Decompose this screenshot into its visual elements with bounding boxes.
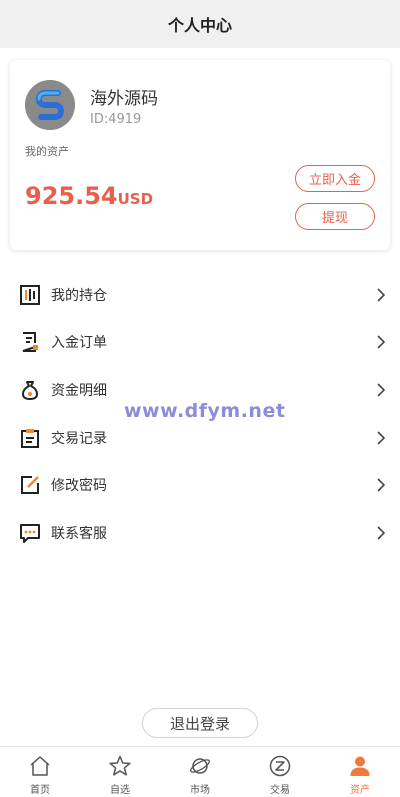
chevron-right-icon	[377, 526, 386, 540]
chat-icon	[19, 522, 41, 544]
deposit-button[interactable]: 立即入金	[295, 165, 375, 192]
star-icon	[108, 754, 132, 778]
balance: 925.54USD	[25, 182, 153, 210]
tab-label: 交易	[270, 785, 290, 796]
money-bag-icon	[19, 379, 41, 401]
page-title: 个人中心	[167, 16, 232, 35]
exchange-icon	[268, 754, 292, 778]
clipboard-icon	[19, 427, 41, 449]
profile-card: 海外源码 ID:4919 我的资产 925.54USD 立即入金 提现	[10, 60, 390, 250]
menu-label: 交易记录	[51, 430, 107, 447]
menu-label: 联系客服	[51, 525, 107, 542]
menu-label: 入金订单	[51, 335, 107, 352]
user-id: ID:4919	[90, 112, 142, 127]
header-bar: 个人中心	[0, 0, 400, 48]
bottom-tab-bar: 首页 自选 市场 交易 资产	[0, 746, 400, 797]
avatar[interactable]	[25, 80, 75, 130]
logout-button[interactable]: 退出登录	[142, 708, 258, 738]
username: 海外源码	[90, 89, 158, 109]
tab-assets[interactable]: 资产	[320, 747, 400, 797]
balance-unit: USD	[117, 190, 154, 208]
balance-amount: 925.54	[25, 182, 118, 210]
chevron-right-icon	[377, 431, 386, 445]
menu-label: 修改密码	[51, 478, 107, 495]
edit-icon	[19, 474, 41, 496]
menu-item-holdings[interactable]: 我的持仓	[0, 271, 400, 319]
user-icon	[348, 754, 372, 778]
tab-label: 自选	[110, 785, 130, 796]
tab-market[interactable]: 市场	[160, 747, 240, 797]
withdraw-button[interactable]: 提现	[295, 203, 375, 230]
watermark: www.dfym.net	[124, 400, 286, 422]
home-icon	[28, 754, 52, 778]
assets-label: 我的资产	[25, 145, 69, 158]
tab-label: 首页	[30, 785, 50, 796]
menu-item-change-password[interactable]: 修改密码	[0, 461, 400, 509]
tab-trade[interactable]: 交易	[240, 747, 320, 797]
chevron-right-icon	[377, 288, 386, 302]
chevron-right-icon	[377, 335, 386, 349]
tab-label: 资产	[350, 785, 370, 796]
holdings-icon	[19, 284, 41, 306]
tab-label: 市场	[190, 785, 210, 796]
menu-label: 资金明细	[51, 382, 107, 399]
tab-watchlist[interactable]: 自选	[80, 747, 160, 797]
avatar-logo-icon	[25, 80, 75, 130]
chevron-right-icon	[377, 478, 386, 492]
menu-item-deposit-orders[interactable]: 入金订单	[0, 319, 400, 367]
chevron-right-icon	[377, 383, 386, 397]
tab-home[interactable]: 首页	[0, 747, 80, 797]
menu-item-customer-service[interactable]: 联系客服	[0, 509, 400, 557]
planet-icon	[188, 754, 212, 778]
menu-label: 我的持仓	[51, 287, 107, 304]
deposit-order-icon	[19, 331, 41, 353]
